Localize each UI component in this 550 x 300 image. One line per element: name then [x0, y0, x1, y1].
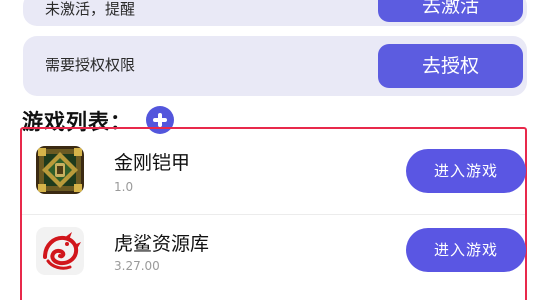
authorization-text: 需要授权权限 — [45, 56, 136, 74]
armor-game-icon — [36, 146, 84, 194]
activate-button[interactable]: 去激活 — [378, 0, 523, 22]
activation-card: 未激活，提醒 去激活 — [23, 0, 527, 26]
game-list-item: 虎鲨资源库 3.27.00 进入游戏 — [22, 214, 526, 298]
game-list-item: 金刚铠甲 1.0 进入游戏 — [22, 132, 526, 216]
enter-game-button[interactable]: 进入游戏 — [406, 228, 526, 272]
activation-text: 未激活，提醒 — [45, 0, 136, 18]
enter-game-button[interactable]: 进入游戏 — [406, 149, 526, 193]
game-version: 1.0 — [114, 180, 134, 194]
authorization-card: 需要授权权限 去授权 — [23, 36, 527, 96]
game-name: 虎鲨资源库 — [114, 233, 210, 255]
screen: 未激活，提醒 去激活 需要授权权限 去授权 游戏列表： 金刚铠甲 1.0 进入游… — [0, 0, 550, 300]
game-version: 3.27.00 — [114, 259, 160, 273]
game-name: 金刚铠甲 — [114, 152, 191, 174]
authorize-button[interactable]: 去授权 — [378, 44, 523, 88]
red-dragon-icon — [36, 227, 84, 275]
